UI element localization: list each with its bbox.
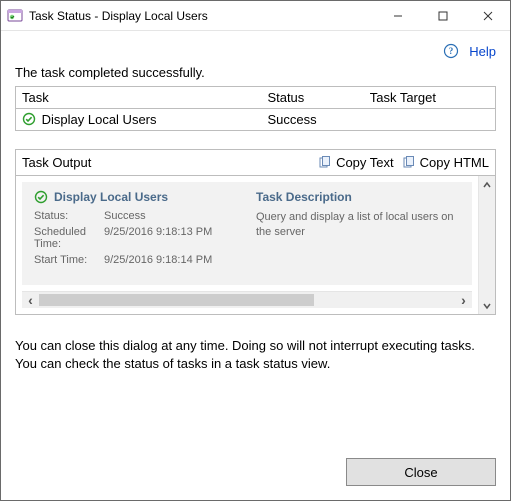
window-close-button[interactable] <box>465 1 510 30</box>
copy-icon <box>318 156 332 170</box>
row-task-name: Display Local Users <box>42 112 157 127</box>
kv-start-label: Start Time: <box>34 254 104 266</box>
table-row[interactable]: Display Local Users Success <box>16 109 496 131</box>
scroll-down-icon[interactable] <box>479 297 495 314</box>
kv-status-label: Status: <box>34 210 104 222</box>
task-summary-table: Task Status Task Target Display Loc <box>15 86 496 131</box>
vertical-scrollbar[interactable] <box>478 176 495 314</box>
task-output-header: Task Output Copy Text Copy HTML <box>15 149 496 175</box>
kv-start-value: 9/25/2016 9:18:14 PM <box>104 254 238 266</box>
scroll-left-icon[interactable]: ‹ <box>22 292 39 308</box>
kv-status-value: Success <box>104 210 238 222</box>
col-header-status[interactable]: Status <box>261 87 363 109</box>
success-icon <box>22 112 36 126</box>
col-header-task[interactable]: Task <box>16 87 262 109</box>
copy-text-button[interactable]: Copy Text <box>318 155 394 170</box>
row-target <box>364 109 496 131</box>
task-description-header: Task Description <box>256 190 460 204</box>
copy-html-button[interactable]: Copy HTML <box>402 155 489 170</box>
task-description: Query and display a list of local users … <box>256 210 460 240</box>
dialog-window: Task Status - Display Local Users ? Help… <box>0 0 511 501</box>
output-task-title: Display Local Users <box>54 190 168 204</box>
minimize-button[interactable] <box>375 1 420 30</box>
help-icon[interactable]: ? <box>443 43 459 59</box>
status-message: The task completed successfully. <box>15 65 496 80</box>
scrollbar-thumb[interactable] <box>39 294 314 306</box>
svg-text:?: ? <box>449 46 454 56</box>
col-header-target[interactable]: Task Target <box>364 87 496 109</box>
scroll-right-icon[interactable]: › <box>455 292 472 308</box>
maximize-button[interactable] <box>420 1 465 30</box>
kv-scheduled-label: Scheduled Time: <box>34 226 104 250</box>
app-icon <box>7 8 23 24</box>
dialog-body: ? Help The task completed successfully. … <box>1 31 510 500</box>
copy-icon <box>402 156 416 170</box>
success-icon <box>34 190 48 204</box>
task-output-content: Display Local Users Status: Success Sche… <box>22 182 472 285</box>
row-status: Success <box>261 109 363 131</box>
scroll-up-icon[interactable] <box>479 176 495 193</box>
horizontal-scrollbar[interactable]: ‹ › <box>22 291 472 308</box>
informational-note: You can close this dialog at any time. D… <box>15 337 496 372</box>
help-link[interactable]: Help <box>469 44 496 59</box>
titlebar[interactable]: Task Status - Display Local Users <box>1 1 510 31</box>
task-output-panel: Display Local Users Status: Success Sche… <box>15 175 496 315</box>
kv-scheduled-value: 9/25/2016 9:18:13 PM <box>104 226 238 250</box>
close-button[interactable]: Close <box>346 458 496 486</box>
window-title: Task Status - Display Local Users <box>29 9 375 23</box>
task-output-label: Task Output <box>22 155 310 170</box>
